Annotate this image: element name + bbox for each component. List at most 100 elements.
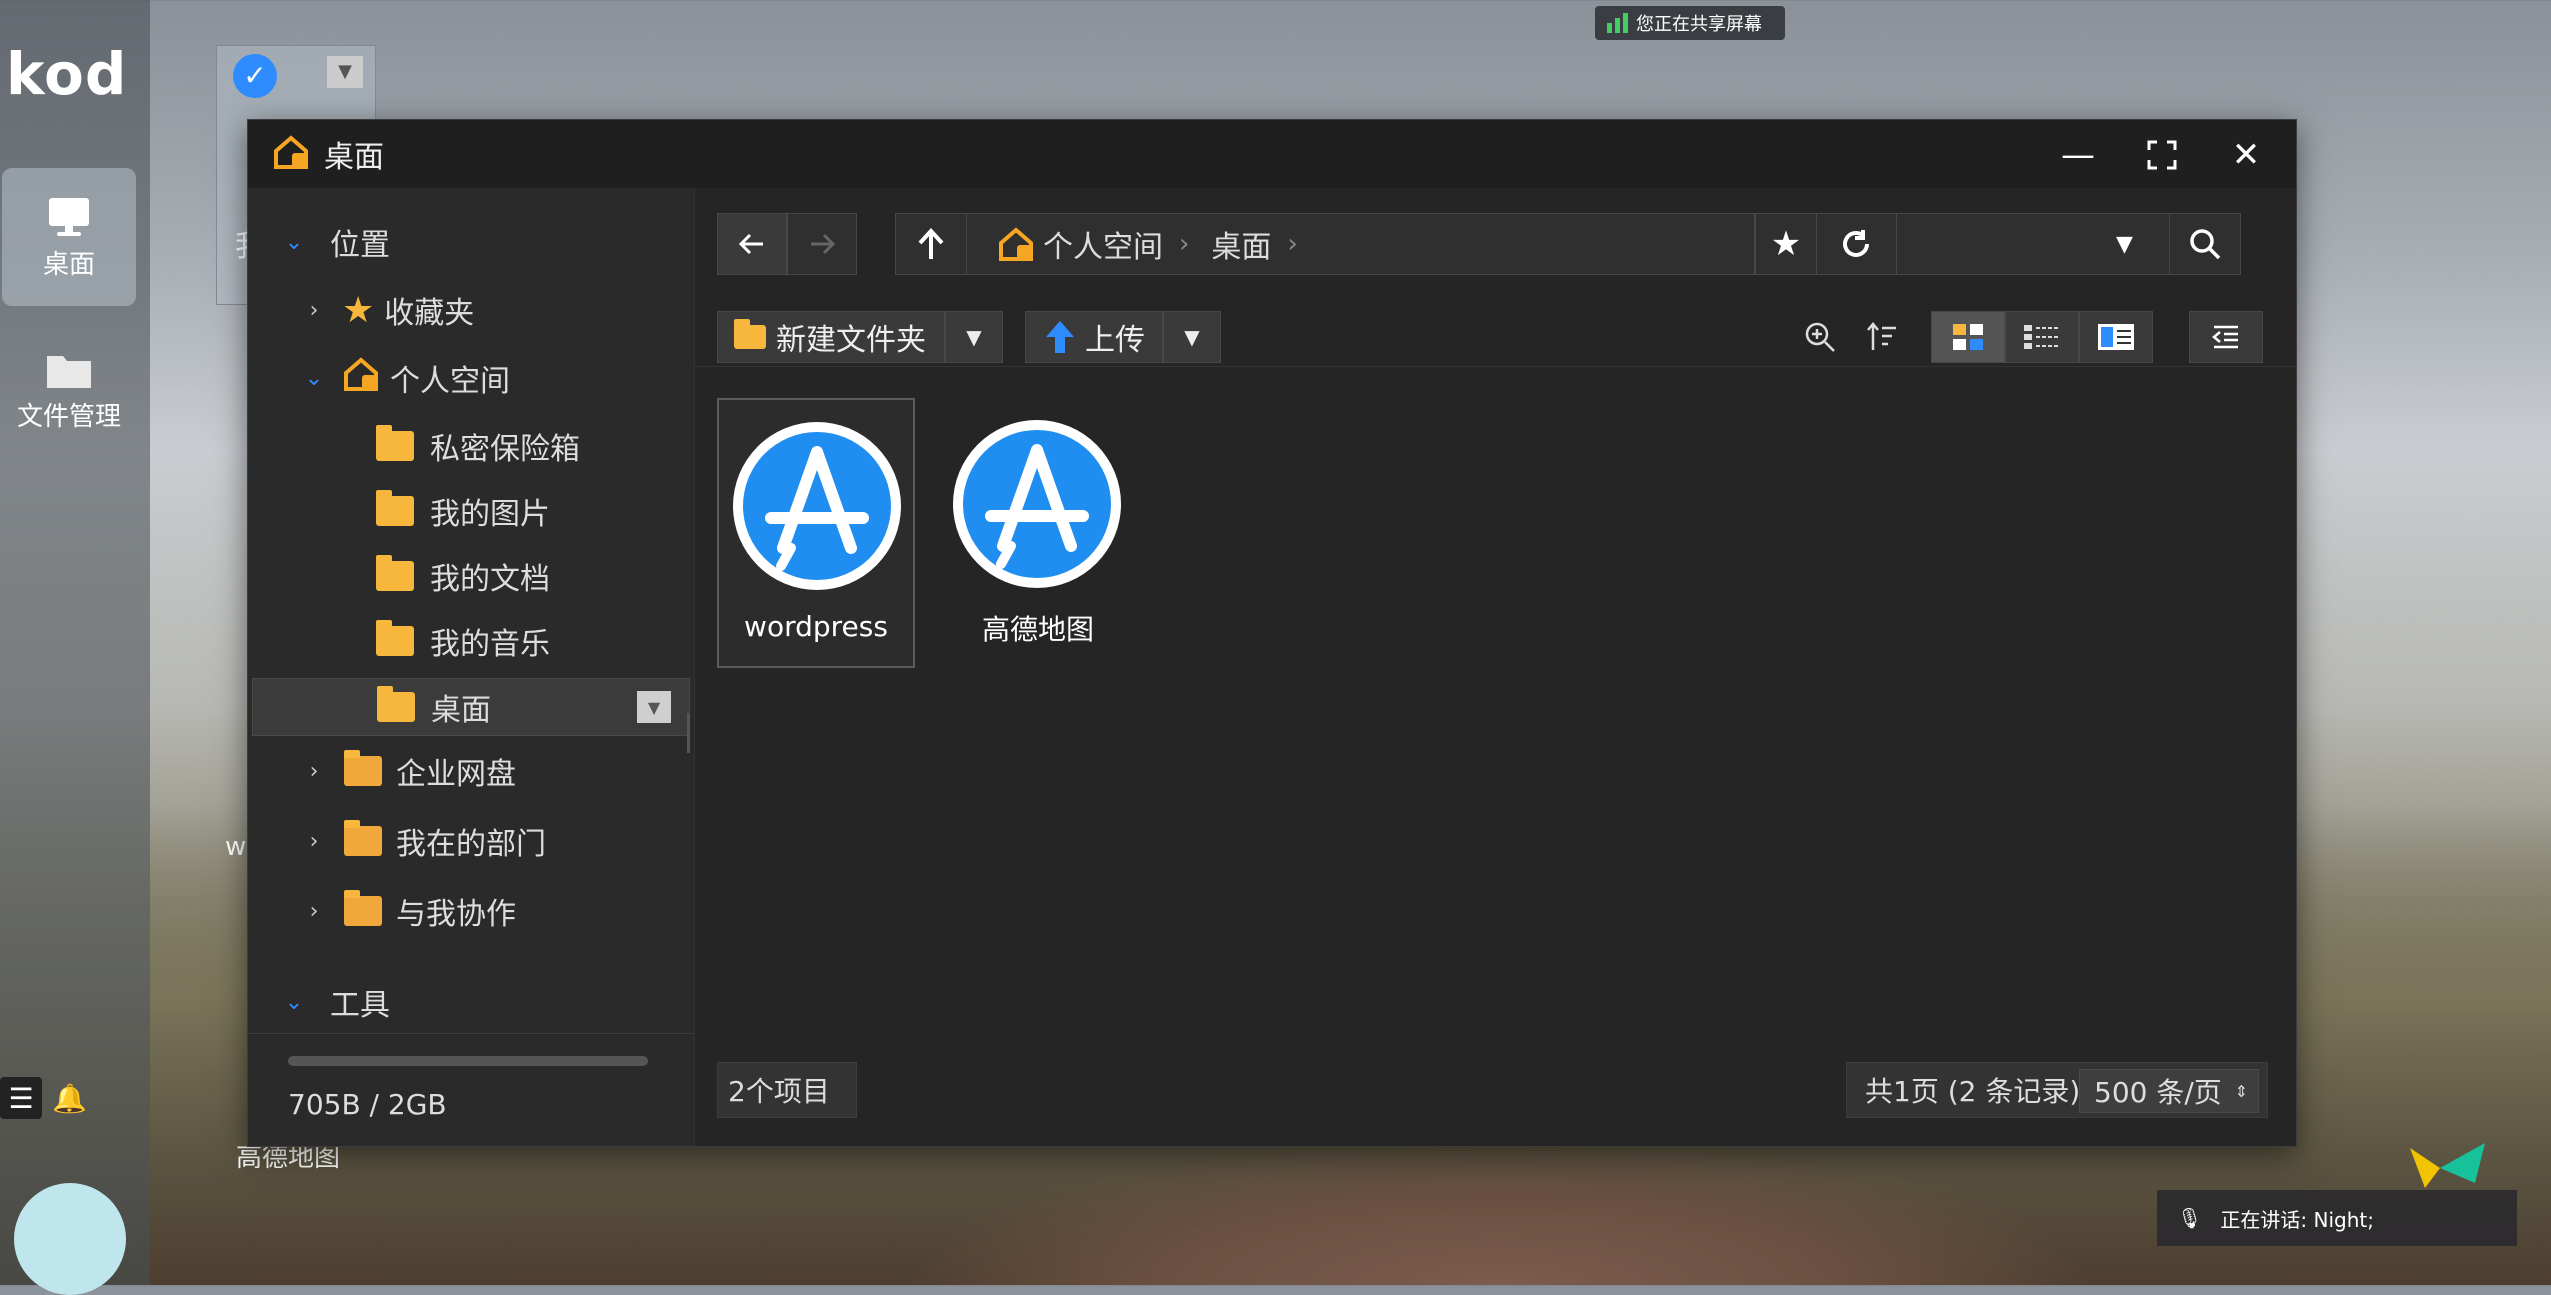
screen-share-banner[interactable]: 您正在共享屏幕 (1595, 6, 1785, 40)
sidebar-item-enterprise-disk[interactable]: › 企业网盘 (248, 743, 694, 799)
chevron-down-icon: ⌄ (304, 365, 324, 391)
folder-icon (734, 319, 766, 349)
address-bar[interactable]: 个人空间 › 桌面 › (895, 213, 1755, 275)
new-folder-button[interactable]: 新建文件夹 (717, 311, 945, 363)
enterprise-folder-icon (344, 750, 382, 786)
home-icon (999, 227, 1033, 261)
home-icon (272, 133, 310, 175)
sidebar-item-my-pictures[interactable]: 我的图片 (248, 483, 694, 539)
minimize-button[interactable]: — (2055, 132, 2101, 178)
folder-icon (376, 490, 414, 526)
chevron-down-icon[interactable]: ▼ (327, 56, 363, 88)
forward-button[interactable] (787, 213, 857, 275)
main-panel: 个人空间 › 桌面 › ★ ▼ 新建文件夹 ▼ 上传 ▼ wordpress 高… (694, 188, 2296, 1146)
search-bar[interactable]: ★ ▼ (1755, 213, 2241, 275)
sidebar-header-tools[interactable]: ⌄ 工具 (248, 974, 694, 1030)
back-button[interactable] (717, 213, 787, 275)
chevron-right-icon: › (309, 297, 319, 323)
divider (248, 1033, 694, 1034)
home-icon (342, 355, 380, 401)
chevron-right-icon: › (309, 758, 319, 784)
file-name: 高德地图 (981, 613, 1094, 646)
check-icon: ✓ (233, 54, 277, 98)
app-store-icon (733, 422, 901, 590)
split-view-button[interactable] (2079, 311, 2153, 363)
per-page-select[interactable]: 500 条/页 ⇕ (2079, 1069, 2259, 1113)
title-bar: 桌面 — ✕ (248, 120, 2296, 188)
icon-view-button[interactable] (1931, 311, 2005, 363)
quota-text: 705B / 2GB (288, 1088, 447, 1121)
speaking-text: 正在讲话: Night; (2220, 1207, 2374, 1232)
share-text: 您正在共享屏幕 (1636, 14, 1762, 35)
breadcrumb-item[interactable]: 个人空间 › (997, 222, 1189, 266)
chevron-down-icon[interactable]: ▼ (2116, 232, 2133, 257)
dock-item-label: 桌面 (42, 250, 95, 280)
window-title: 桌面 (324, 140, 384, 175)
avatar[interactable] (14, 1183, 126, 1295)
close-button[interactable]: ✕ (2223, 132, 2269, 178)
file-item-amap[interactable]: 高德地图 (939, 398, 1137, 668)
sort-updown-icon: ⇕ (2234, 1081, 2248, 1101)
folder-icon (377, 686, 415, 722)
breadcrumb-item[interactable]: 桌面 › (1211, 222, 1297, 266)
chevron-down-icon: ⌄ (284, 229, 304, 255)
collapse-panel-button[interactable] (2189, 311, 2263, 363)
folder-icon (45, 348, 93, 390)
bell-icon[interactable]: 🔔 (52, 1082, 87, 1115)
chevron-right-icon: › (309, 898, 319, 924)
file-item-wordpress[interactable]: wordpress (717, 398, 915, 668)
chevron-down-icon: ⌄ (284, 989, 304, 1015)
maximize-button[interactable] (2139, 132, 2185, 178)
sidebar-item-my-music[interactable]: 我的音乐 (248, 613, 694, 669)
chevron-down-icon[interactable]: ▼ (637, 691, 671, 723)
speaking-indicator: 🎙 正在讲话: Night; (2157, 1190, 2517, 1246)
sidebar-item-my-documents[interactable]: 我的文档 (248, 548, 694, 604)
divider (695, 366, 2296, 367)
sidebar-item-favorites[interactable]: › ★ 收藏夹 (248, 282, 694, 338)
new-folder-dropdown[interactable]: ▼ (945, 311, 1003, 363)
share-folder-icon (344, 890, 382, 926)
sidebar-item-my-department[interactable]: › 我在的部门 (248, 813, 694, 869)
page-info: 共1页 (2 条记录) (1865, 1075, 2081, 1108)
sidebar-item-collaboration[interactable]: › 与我协作 (248, 883, 694, 939)
sort-icon[interactable] (1865, 320, 1899, 358)
monitor-icon (45, 196, 93, 238)
item-count: 2个项目 (717, 1062, 857, 1118)
wallpaper-rails (900, 1135, 2100, 1285)
list-view-button[interactable] (2005, 311, 2079, 363)
group-folder-icon (344, 820, 382, 856)
sidebar-header-location[interactable]: ⌄ 位置 (248, 214, 694, 270)
left-dock: kod 桌面 文件管理 ☰ 🔔 (0, 0, 150, 1295)
list-menu-icon[interactable]: ☰ (0, 1077, 42, 1119)
app-logo-corner (2405, 1138, 2495, 1198)
sidebar-scrollbar[interactable] (687, 713, 690, 753)
sidebar: ⌄ 位置 › ★ 收藏夹 ⌄ 个人空间 私密保险箱 我的图片 我的文档 我的音乐… (248, 188, 694, 1146)
file-manager-window: 桌面 — ✕ ⌄ 位置 › ★ 收藏夹 ⌄ 个人空间 私密保险箱 我的图片 我的… (247, 119, 2297, 1147)
sidebar-item-desktop[interactable]: 桌面 ▼ (252, 678, 690, 736)
mic-icon: 🎙 (2177, 1206, 2203, 1230)
sidebar-item-private-vault[interactable]: 私密保险箱 (248, 418, 694, 474)
up-arrow-icon[interactable] (896, 213, 967, 275)
star-icon: ★ (342, 289, 375, 331)
refresh-icon[interactable] (1816, 214, 1897, 274)
chevron-right-icon: › (309, 828, 319, 854)
kod-logo: kod (6, 40, 128, 108)
app-store-icon (953, 420, 1121, 588)
pagination: 共1页 (2 条记录) 500 条/页 ⇕ (1846, 1062, 2268, 1118)
upload-button[interactable]: 上传 (1025, 311, 1163, 363)
dock-item-desktop[interactable]: 桌面 (2, 168, 136, 306)
folder-icon (376, 555, 414, 591)
star-icon[interactable]: ★ (1756, 214, 1817, 274)
search-icon[interactable] (2169, 214, 2240, 274)
zoom-in-icon[interactable] (1803, 320, 1837, 358)
dock-item-label: 文件管理 (16, 402, 121, 432)
desktop-icon-label[interactable]: w (225, 832, 246, 862)
quota-bar (288, 1056, 648, 1066)
safe-folder-icon (376, 425, 414, 461)
upload-dropdown[interactable]: ▼ (1163, 311, 1221, 363)
sidebar-item-personal-space[interactable]: ⌄ 个人空间 (248, 350, 694, 406)
signal-icon (1607, 13, 1628, 33)
upload-arrow-icon (1046, 321, 1074, 353)
dock-item-file-manager[interactable]: 文件管理 (2, 320, 136, 458)
file-name: wordpress (744, 610, 888, 643)
